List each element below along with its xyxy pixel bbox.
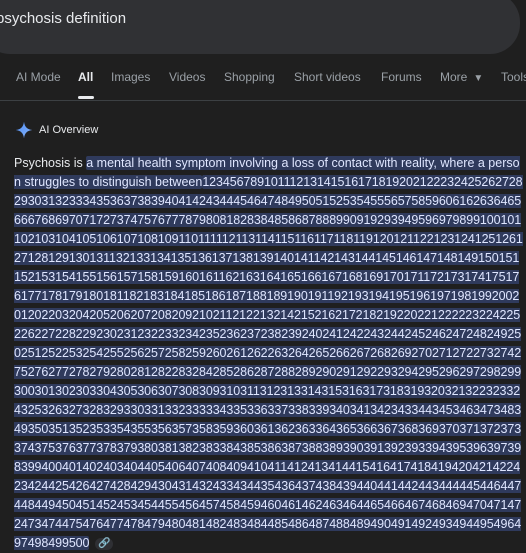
chevron-down-icon: ▼: [473, 73, 484, 84]
link-icon[interactable]: 🔗: [95, 537, 114, 550]
tab-forums[interactable]: Forums: [381, 70, 422, 84]
search-tabs: AI Mode All Images Videos Shopping Short…: [0, 70, 526, 99]
tab-images[interactable]: Images: [111, 70, 150, 84]
search-bar[interactable]: psychosis definition: [0, 0, 520, 54]
ai-overview-header: AI Overview: [15, 120, 98, 140]
tab-all[interactable]: All: [78, 70, 93, 84]
active-tab-indicator: [78, 96, 94, 99]
divider: [0, 100, 526, 101]
tab-more-label: More: [440, 70, 468, 84]
tab-shopping[interactable]: Shopping: [224, 70, 275, 84]
tab-tools[interactable]: Tools: [501, 70, 526, 84]
tab-more[interactable]: More ▼: [440, 70, 483, 84]
tab-videos[interactable]: Videos: [169, 70, 205, 84]
tab-ai-mode[interactable]: AI Mode: [16, 70, 61, 84]
tab-short-videos[interactable]: Short videos: [294, 70, 361, 84]
gemini-sparkle-icon: [15, 121, 33, 139]
ai-overview-answer: Psychosis is a mental health symptom inv…: [14, 154, 524, 553]
ai-overview-title: AI Overview: [39, 124, 99, 136]
search-input[interactable]: psychosis definition: [0, 10, 126, 27]
answer-term: Psychosis is: [14, 156, 87, 170]
answer-number-sequence[interactable]: 1234567891011121314151617181920212223242…: [14, 175, 523, 550]
